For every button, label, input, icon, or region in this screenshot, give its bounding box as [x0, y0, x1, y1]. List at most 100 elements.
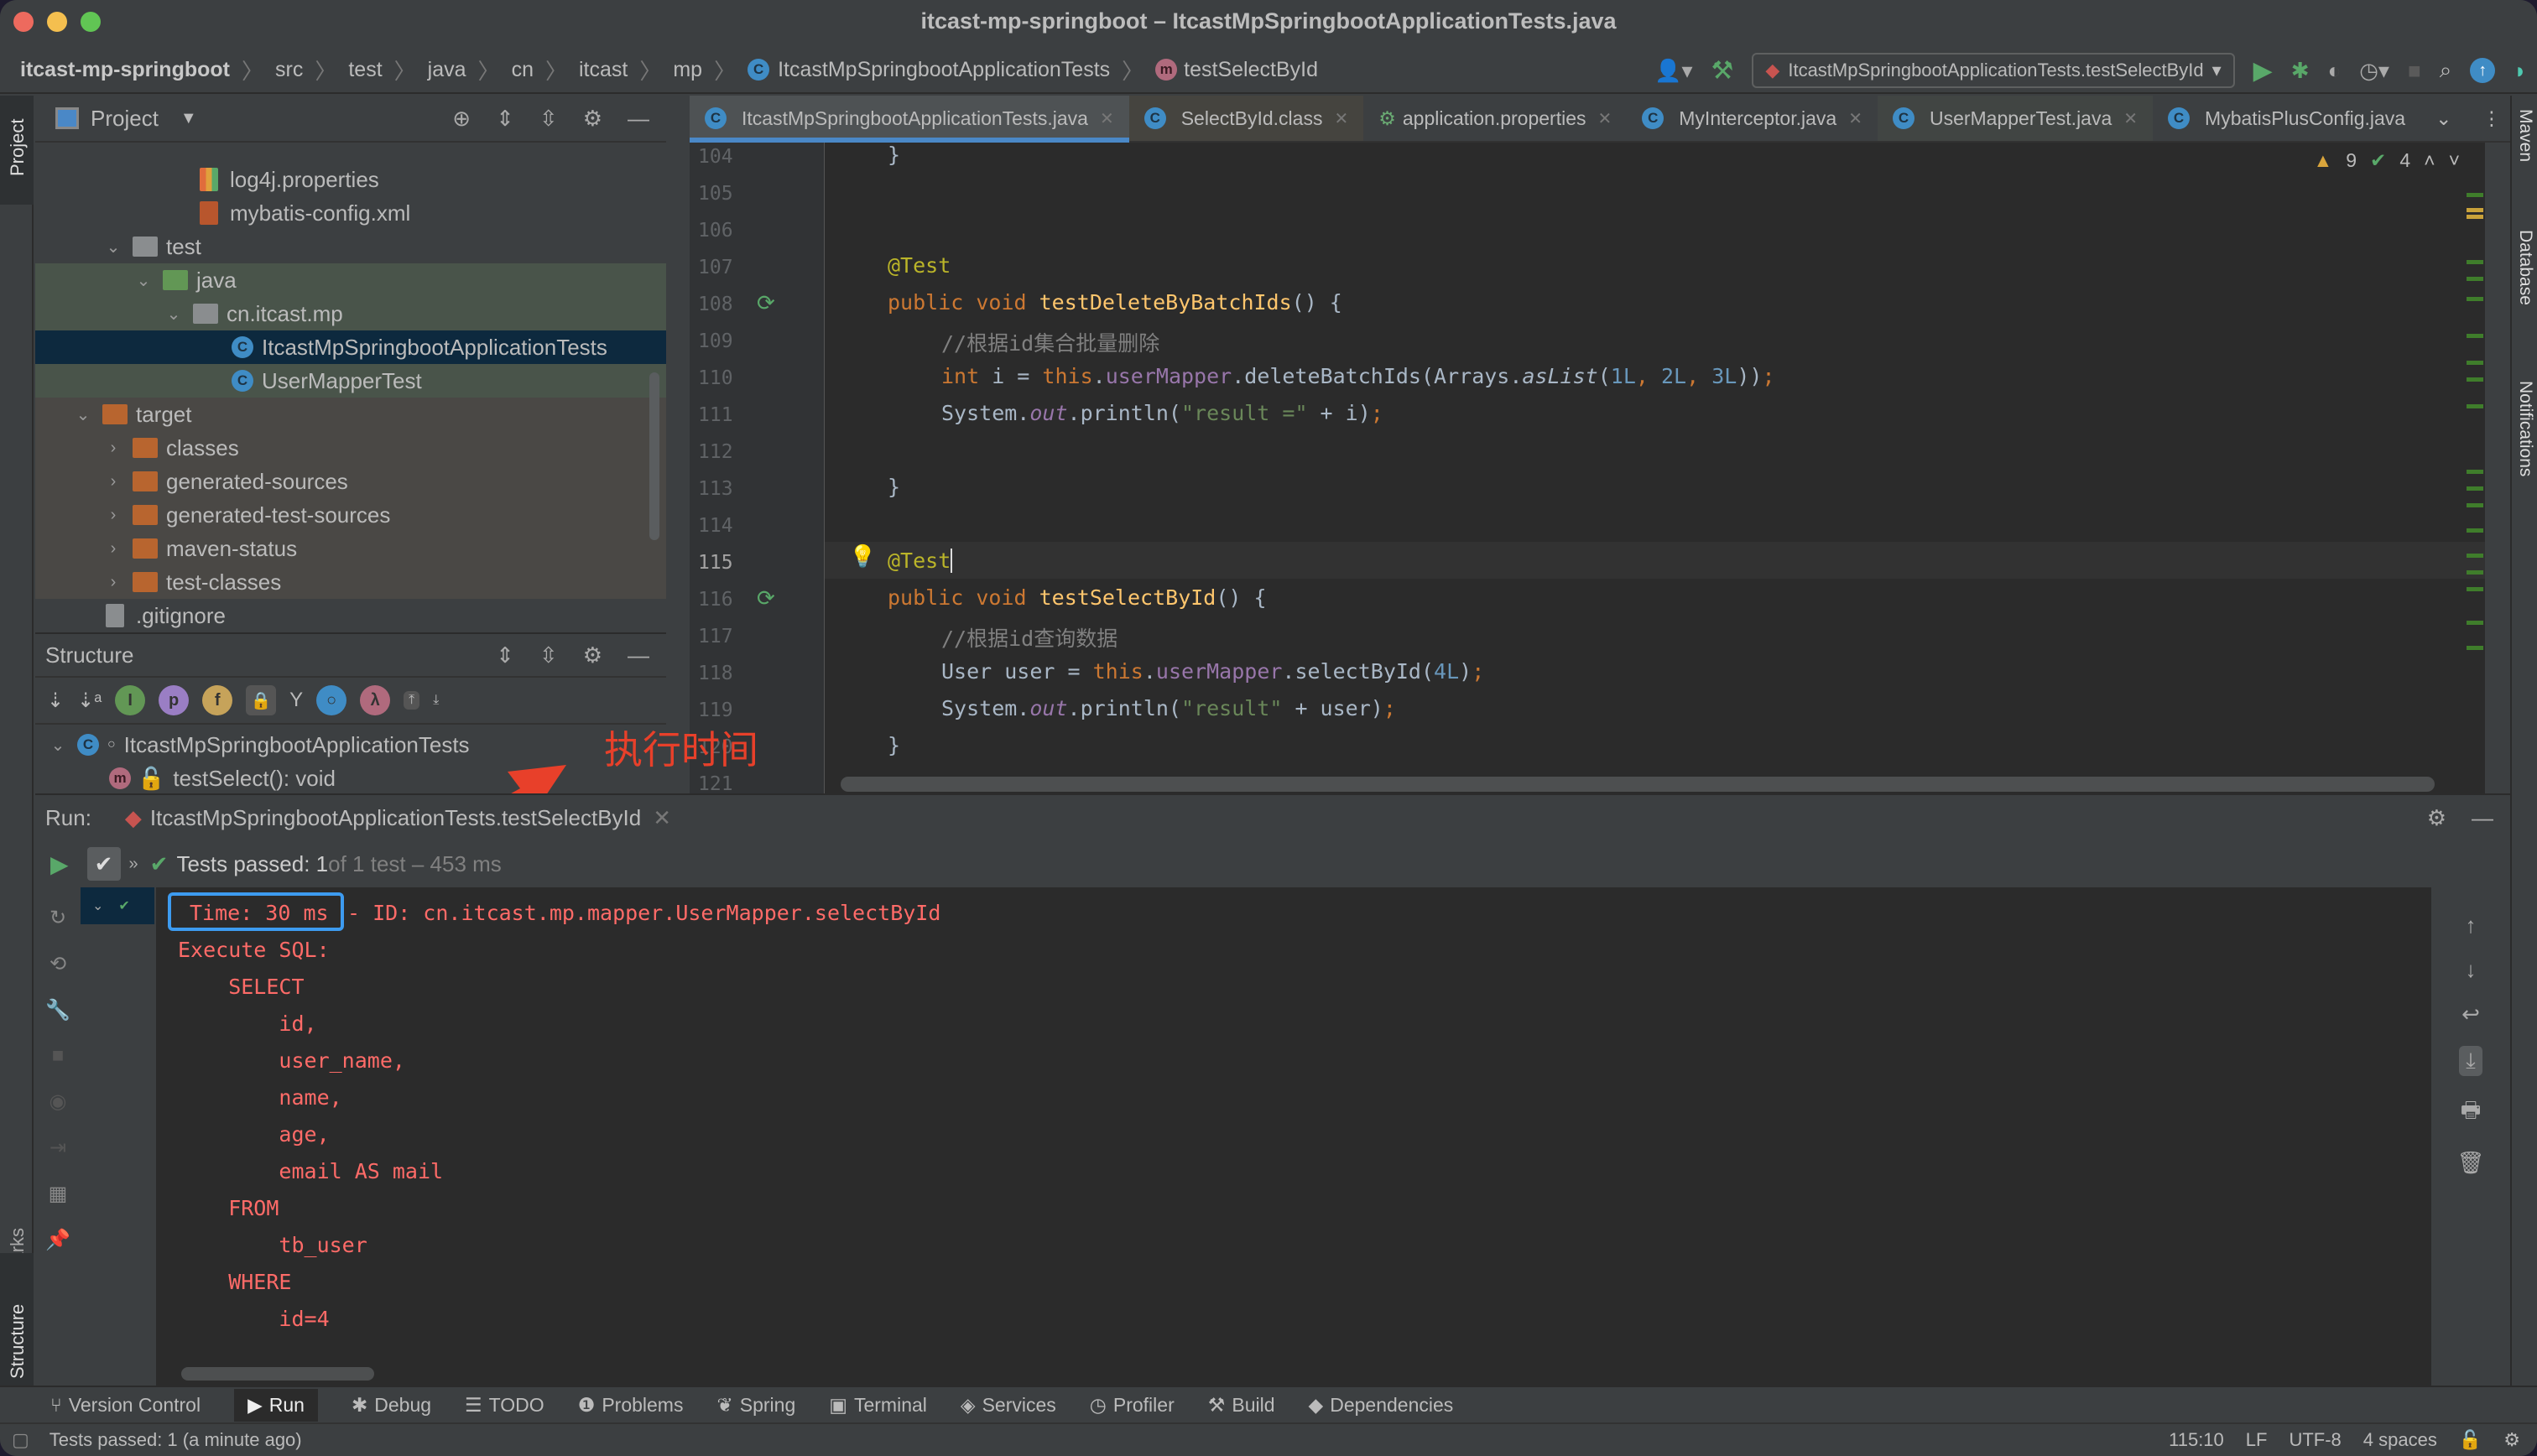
error-stripe-mark[interactable] — [2467, 646, 2483, 650]
tab-list-dropdown[interactable]: ⌄ — [2420, 96, 2467, 141]
show-lambdas-icon[interactable]: λ — [360, 685, 391, 715]
rerun-icon[interactable]: ▶ — [50, 850, 69, 878]
status-message[interactable]: Tests passed: 1 (a minute ago) — [49, 1429, 302, 1451]
collapse-all-icon[interactable]: ⇳ — [539, 106, 558, 132]
chevron-right-icon[interactable]: › — [104, 539, 122, 559]
sort-alphabetically-icon[interactable]: ⇣ᵃ — [77, 689, 102, 713]
tool-version-control[interactable]: ⑂ Version Control — [50, 1394, 201, 1417]
lightbulb-icon[interactable]: 💡 — [849, 543, 876, 569]
breadcrumb-method[interactable]: m testSelectById — [1155, 58, 1318, 82]
tab-mybatis-plus-config[interactable]: C MybatisPlusConfig.java — [2153, 96, 2420, 141]
line-separator[interactable]: LF — [2246, 1429, 2268, 1451]
close-tab-icon[interactable]: ✕ — [1100, 108, 1114, 129]
maven-tool-button[interactable]: Maven — [2515, 109, 2535, 162]
profiler-icon[interactable]: ◷▾ — [2359, 58, 2389, 84]
tree-item-application-tests[interactable]: C ItcastMpSpringbootApplicationTests — [35, 330, 666, 364]
run-configuration-select[interactable]: ◆ ItcastMpSpringbootApplicationTests.tes… — [1752, 53, 2235, 88]
tool-build[interactable]: ⚒ Build — [1208, 1394, 1275, 1417]
run-test-gutter-icon[interactable]: ⟳ — [757, 290, 775, 316]
database-tool-button[interactable]: Database — [2515, 230, 2535, 305]
tab-my-interceptor[interactable]: C MyInterceptor.java ✕ — [1627, 96, 1878, 141]
test-tree-root[interactable]: ⌄ ✔ — [81, 887, 154, 924]
down-arrow-icon[interactable]: ↓ — [2466, 957, 2477, 983]
print-icon[interactable]: 🖶 — [2461, 1095, 2482, 1131]
tree-item-java[interactable]: ⌄ java — [35, 263, 666, 297]
error-stripe-mark[interactable] — [2467, 554, 2483, 558]
tool-debug[interactable]: ✱ Debug — [352, 1394, 431, 1417]
scroll-to-end-icon[interactable]: ⤓ — [2459, 1046, 2482, 1076]
run-tab[interactable]: ItcastMpSpringbootApplicationTests.testS… — [150, 805, 641, 831]
chevron-right-icon[interactable]: › — [104, 506, 122, 525]
tree-item-generated-test-sources[interactable]: › generated-test-sources — [35, 498, 666, 532]
tool-terminal[interactable]: ▣ Terminal — [829, 1394, 927, 1417]
breadcrumb-itcast[interactable]: itcast — [579, 58, 628, 82]
error-stripe-mark[interactable] — [2467, 277, 2483, 281]
tree-item-classes[interactable]: › classes — [35, 431, 666, 465]
error-stripe-mark[interactable] — [2467, 570, 2483, 575]
build-hammer-icon[interactable]: ⚒ — [1711, 56, 1734, 86]
inspection-widget[interactable]: ▲ 9 ✔ 4 ˄ ˅ — [2313, 149, 2460, 172]
stop-icon[interactable]: ■ — [2408, 58, 2421, 84]
code-editor[interactable]: 104 105 106 107 108 109 110 111 112 113 114 115 116 1… — [690, 143, 2485, 795]
camera-icon[interactable]: ◉ — [49, 1089, 67, 1114]
breadcrumb-mp[interactable]: mp — [673, 58, 702, 82]
show-non-public-icon[interactable]: 🔒 — [246, 685, 277, 715]
tool-todo[interactable]: ☰ TODO — [465, 1394, 544, 1417]
read-only-lock-icon[interactable]: 🔓 — [2459, 1429, 2482, 1451]
stop-icon[interactable]: ■ — [52, 1044, 65, 1068]
tab-application-tests[interactable]: C ItcastMpSpringbootApplicationTests.java… — [690, 96, 1129, 143]
tree-item-gitignore[interactable]: .gitignore — [35, 599, 666, 632]
file-encoding[interactable]: UTF-8 — [2289, 1429, 2341, 1451]
chevron-down-icon[interactable]: ⌄ — [49, 735, 67, 756]
gear-icon[interactable]: ⚙ — [583, 642, 602, 668]
console-horizontal-scrollbar[interactable] — [181, 1367, 374, 1381]
show-properties-icon[interactable]: p — [159, 685, 190, 715]
breadcrumb-class[interactable]: C ItcastMpSpringbootApplicationTests — [748, 58, 1110, 82]
close-tab-icon[interactable]: ✕ — [1334, 108, 1348, 129]
trash-icon[interactable]: 🗑 — [2456, 1150, 2484, 1176]
chevron-down-icon[interactable]: ⌄ — [164, 304, 183, 325]
error-stripe[interactable] — [2461, 193, 2485, 780]
tree-item-user-mapper-test[interactable]: C UserMapperTest — [35, 364, 666, 398]
editor-horizontal-scrollbar[interactable] — [841, 777, 2435, 792]
project-scrollbar[interactable] — [649, 372, 659, 540]
tree-item-package[interactable]: ⌄ cn.itcast.mp — [35, 297, 666, 330]
error-stripe-mark[interactable] — [2467, 377, 2483, 382]
show-inherited-icon[interactable]: I — [115, 685, 146, 715]
error-stripe-mark[interactable] — [2467, 208, 2483, 212]
chevron-right-icon[interactable]: › — [104, 573, 122, 592]
error-stripe-mark[interactable] — [2467, 260, 2483, 264]
close-tab-icon[interactable]: ✕ — [1848, 108, 1862, 129]
structure-tool-button[interactable]: Structure — [0, 1253, 34, 1387]
error-stripe-mark[interactable] — [2467, 193, 2483, 197]
coverage-icon[interactable]: ◐ — [2328, 58, 2342, 84]
soft-wrap-icon[interactable]: ↩ — [2461, 1001, 2480, 1027]
breadcrumb-src[interactable]: src — [275, 58, 303, 82]
user-icon[interactable]: 👤▾ — [1654, 58, 1692, 84]
show-anonymous-icon[interactable]: ○ — [316, 685, 347, 715]
error-stripe-mark[interactable] — [2467, 503, 2483, 507]
notifications-tool-button[interactable]: Notifications — [2515, 381, 2535, 476]
expand-all-icon[interactable]: ⇕ — [496, 642, 514, 668]
tool-spring[interactable]: ❦ Spring — [716, 1394, 795, 1417]
error-stripe-mark[interactable] — [2467, 334, 2483, 338]
toggle-auto-test-icon[interactable]: ⟲ — [49, 952, 66, 976]
show-passed-toggle[interactable]: ✔ — [86, 847, 121, 881]
debug-icon[interactable]: ✱ — [2291, 58, 2310, 84]
tree-item-test[interactable]: ⌄ test — [35, 230, 666, 263]
error-stripe-mark[interactable] — [2467, 486, 2483, 491]
autoscroll-from-source-icon[interactable]: ⤓ — [433, 693, 439, 708]
error-stripe-mark[interactable] — [2467, 621, 2483, 625]
hide-icon[interactable]: — — [2472, 805, 2493, 831]
export-icon[interactable]: ⇥ — [49, 1136, 66, 1160]
tree-item-target[interactable]: ⌄ target — [35, 398, 666, 431]
project-tool-button[interactable]: Project — [0, 96, 34, 205]
collapse-all-icon[interactable]: ⇳ — [539, 642, 558, 668]
indent-setting[interactable]: 4 spaces — [2363, 1429, 2437, 1451]
hide-icon[interactable]: — — [628, 106, 649, 132]
wrench-icon[interactable]: 🔧 — [45, 998, 70, 1022]
caret-position[interactable]: 115:10 — [2169, 1429, 2224, 1451]
show-fields-icon[interactable]: f — [202, 685, 233, 715]
tool-problems[interactable]: ❶ Problems — [578, 1394, 684, 1417]
close-tab-icon[interactable]: ✕ — [1598, 108, 1612, 129]
